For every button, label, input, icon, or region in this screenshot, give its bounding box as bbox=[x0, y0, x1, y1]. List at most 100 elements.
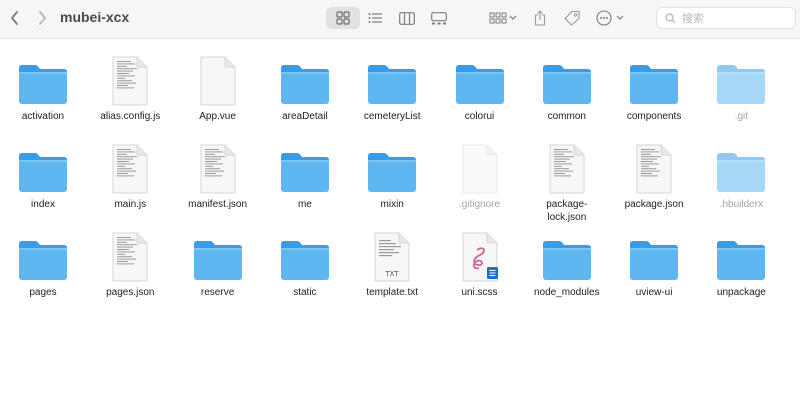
folder-item[interactable]: unpackage bbox=[698, 224, 784, 299]
folder-item[interactable]: areaDetail bbox=[262, 48, 348, 123]
file-name: static bbox=[293, 287, 317, 298]
folder-icon bbox=[437, 48, 523, 106]
chevron-right-icon bbox=[38, 11, 46, 25]
file-name: me bbox=[297, 199, 312, 210]
folder-icon bbox=[0, 48, 86, 106]
group-grid-icon bbox=[489, 12, 517, 24]
file-name: alias.config.js bbox=[100, 111, 161, 122]
blank-file-icon bbox=[175, 48, 261, 106]
folder-icon bbox=[0, 136, 86, 194]
code-file-icon bbox=[524, 136, 610, 194]
folder-icon bbox=[349, 136, 435, 194]
code-file-icon bbox=[87, 48, 173, 106]
file-name: package.json bbox=[624, 199, 684, 210]
folder-item[interactable]: static bbox=[262, 224, 348, 299]
tag-button[interactable] bbox=[560, 7, 584, 29]
folder-icon bbox=[698, 224, 784, 282]
folder-icon bbox=[524, 224, 610, 282]
search-input[interactable] bbox=[682, 11, 792, 25]
list-view-button[interactable] bbox=[364, 7, 386, 29]
file-name: template.txt bbox=[366, 287, 419, 298]
file-name: uview-ui bbox=[635, 287, 673, 298]
folder-icon bbox=[611, 224, 697, 282]
share-icon bbox=[534, 10, 546, 26]
scss-file-icon bbox=[437, 224, 523, 282]
folder-item[interactable]: .git bbox=[698, 48, 784, 123]
share-button[interactable] bbox=[530, 7, 550, 29]
file-name: reserve bbox=[200, 287, 235, 298]
blank-file-icon bbox=[437, 136, 523, 194]
file-name: App.vue bbox=[199, 111, 236, 122]
folder-item[interactable]: node_modules bbox=[524, 224, 610, 299]
file-name: uni.scss bbox=[461, 287, 498, 298]
text-file-icon: TXT bbox=[349, 224, 435, 282]
folder-icon bbox=[698, 48, 784, 106]
folder-icon bbox=[262, 48, 348, 106]
folder-item[interactable]: uview-ui bbox=[611, 224, 697, 299]
folder-icon bbox=[262, 136, 348, 194]
gallery-view-button[interactable] bbox=[428, 7, 450, 29]
file-item[interactable]: package- lock.json bbox=[524, 136, 610, 224]
folder-item[interactable]: me bbox=[262, 136, 348, 211]
file-grid: activation alias.config.js App.vue areaDeta… bbox=[0, 39, 800, 419]
folder-icon bbox=[611, 48, 697, 106]
file-name: pages bbox=[29, 287, 57, 298]
folder-icon bbox=[262, 224, 348, 282]
ellipsis-circle-icon bbox=[596, 10, 624, 26]
search-field[interactable] bbox=[656, 7, 796, 29]
columns-icon bbox=[399, 11, 415, 25]
file-name: .git bbox=[734, 111, 749, 122]
file-name: common bbox=[547, 111, 586, 122]
folder-item[interactable]: mixin bbox=[349, 136, 435, 211]
forward-button[interactable] bbox=[34, 9, 50, 27]
file-item[interactable]: package.json bbox=[611, 136, 697, 211]
action-button[interactable] bbox=[594, 7, 628, 29]
svg-text:TXT: TXT bbox=[385, 270, 400, 278]
folder-icon bbox=[0, 224, 86, 282]
gallery-icon bbox=[431, 11, 447, 24]
file-name: index bbox=[31, 199, 55, 210]
folder-item[interactable]: colorui bbox=[437, 48, 523, 123]
file-item[interactable]: uni.scss bbox=[437, 224, 523, 299]
file-item[interactable]: main.js bbox=[87, 136, 173, 211]
folder-icon bbox=[524, 48, 610, 106]
search-icon bbox=[665, 12, 676, 23]
code-file-icon bbox=[87, 224, 173, 282]
icon-view-button[interactable] bbox=[326, 7, 360, 29]
file-name: package- lock.json bbox=[546, 199, 588, 223]
code-file-icon bbox=[87, 136, 173, 194]
file-item[interactable]: TXT template.txt bbox=[349, 224, 435, 299]
window-title: mubei-xcx bbox=[60, 9, 130, 25]
folder-item[interactable]: components bbox=[611, 48, 697, 123]
chevron-left-icon bbox=[10, 11, 18, 25]
file-name: mixin bbox=[380, 199, 404, 210]
file-item[interactable]: App.vue bbox=[175, 48, 261, 123]
code-file-icon bbox=[611, 136, 697, 194]
finder-toolbar: mubei-xcx bbox=[0, 0, 800, 39]
file-name: cemeteryList bbox=[363, 111, 421, 122]
folder-item[interactable]: common bbox=[524, 48, 610, 123]
folder-item[interactable]: cemeteryList bbox=[349, 48, 435, 123]
folder-item[interactable]: activation bbox=[0, 48, 86, 123]
file-name: colorui bbox=[464, 111, 495, 122]
file-name: main.js bbox=[114, 199, 147, 210]
column-view-button[interactable] bbox=[396, 7, 418, 29]
folder-item[interactable]: .hbuilderx bbox=[698, 136, 784, 211]
grid-icon bbox=[336, 11, 350, 25]
file-item[interactable]: manifest.json bbox=[175, 136, 261, 211]
file-item[interactable]: pages.json bbox=[87, 224, 173, 299]
file-name: node_modules bbox=[533, 287, 600, 298]
file-name: manifest.json bbox=[188, 199, 248, 210]
code-file-icon bbox=[175, 136, 261, 194]
folder-item[interactable]: index bbox=[0, 136, 86, 211]
group-button[interactable] bbox=[486, 7, 520, 29]
file-item[interactable]: alias.config.js bbox=[87, 48, 173, 123]
tag-icon bbox=[564, 10, 580, 26]
folder-icon bbox=[175, 224, 261, 282]
folder-item[interactable]: reserve bbox=[175, 224, 261, 299]
file-name: areaDetail bbox=[282, 111, 328, 122]
file-item[interactable]: .gitignore bbox=[437, 136, 523, 211]
back-button[interactable] bbox=[6, 9, 22, 27]
file-name: .gitignore bbox=[458, 199, 501, 210]
folder-item[interactable]: pages bbox=[0, 224, 86, 299]
